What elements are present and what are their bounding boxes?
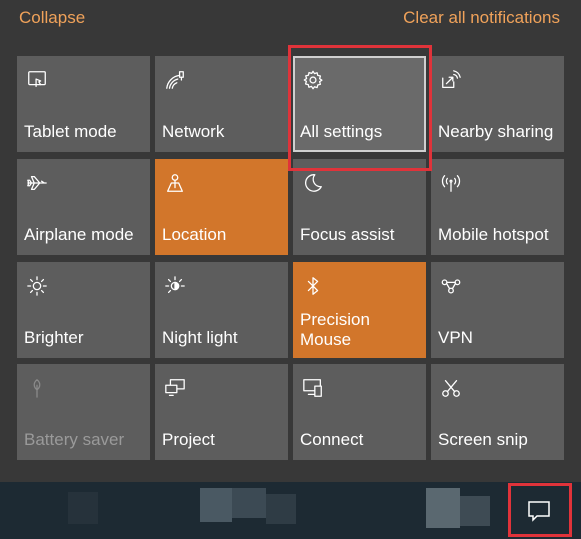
tile-label: VPN xyxy=(438,328,473,347)
tile-connect[interactable]: Connect xyxy=(293,364,426,460)
tile-label: Tablet mode xyxy=(24,122,117,141)
blurred-region xyxy=(460,496,490,526)
tile-label: Focus assist xyxy=(300,225,395,244)
nearby-sharing-icon xyxy=(439,68,463,92)
project-icon xyxy=(163,376,187,400)
tile-all-settings[interactable]: All settings xyxy=(293,56,426,152)
tile-screen-snip[interactable]: Screen snip xyxy=(431,364,564,460)
tile-label: Night light xyxy=(162,328,238,347)
battery-saver-icon xyxy=(25,376,49,400)
tile-location[interactable]: Location xyxy=(155,159,288,255)
bluetooth-icon xyxy=(301,274,325,298)
network-icon xyxy=(163,68,187,92)
taskbar xyxy=(0,482,581,539)
tile-label: Network xyxy=(162,122,225,141)
tile-airplane-mode[interactable]: Airplane mode xyxy=(17,159,150,255)
tile-label: Project xyxy=(162,430,215,449)
moon-icon xyxy=(301,171,325,195)
screen-snip-icon xyxy=(439,376,463,400)
airplane-icon xyxy=(25,171,49,195)
tile-brighter[interactable]: Brighter xyxy=(17,262,150,358)
location-icon xyxy=(163,171,187,195)
tile-label: Location xyxy=(162,225,227,244)
connect-icon xyxy=(301,376,325,400)
night-light-icon xyxy=(163,274,187,298)
blurred-region xyxy=(266,494,296,524)
tile-network[interactable]: Network xyxy=(155,56,288,152)
tile-vpn[interactable]: VPN xyxy=(431,262,564,358)
collapse-link[interactable]: Collapse xyxy=(19,8,85,28)
tile-label: Precision Mouse xyxy=(300,310,370,349)
tile-battery-saver[interactable]: Battery saver xyxy=(17,364,150,460)
blurred-region xyxy=(200,488,232,522)
tile-nearby-sharing[interactable]: Nearby sharing xyxy=(431,56,564,152)
tile-night-light[interactable]: Night light xyxy=(155,262,288,358)
blurred-region xyxy=(426,488,460,528)
blurred-region xyxy=(232,488,266,518)
tile-label: Mobile hotspot xyxy=(438,225,549,244)
action-center-panel: Collapse Clear all notifications Tablet … xyxy=(0,0,581,482)
tile-label: All settings xyxy=(300,122,383,141)
clear-all-notifications-link[interactable]: Clear all notifications xyxy=(403,8,560,28)
gear-icon xyxy=(301,68,325,92)
tile-label: Screen snip xyxy=(438,430,528,449)
hotspot-icon xyxy=(439,171,463,195)
tablet-mode-icon xyxy=(25,68,49,92)
action-center-header: Collapse Clear all notifications xyxy=(0,0,581,40)
tile-label: Airplane mode xyxy=(24,225,134,244)
tile-project[interactable]: Project xyxy=(155,364,288,460)
action-center-button[interactable] xyxy=(508,483,572,537)
tile-tablet-mode[interactable]: Tablet mode xyxy=(17,56,150,152)
tile-focus-assist[interactable]: Focus assist xyxy=(293,159,426,255)
tile-precision-mouse[interactable]: Precision Mouse xyxy=(293,262,426,358)
vpn-icon xyxy=(439,274,463,298)
tile-label: Battery saver xyxy=(24,430,125,449)
sun-icon xyxy=(25,274,49,298)
tile-label: Connect xyxy=(300,430,364,449)
blurred-region xyxy=(68,492,98,524)
tile-label: Brighter xyxy=(24,328,84,347)
notification-icon xyxy=(528,501,550,522)
tile-label: Nearby sharing xyxy=(438,122,554,141)
tile-mobile-hotspot[interactable]: Mobile hotspot xyxy=(431,159,564,255)
